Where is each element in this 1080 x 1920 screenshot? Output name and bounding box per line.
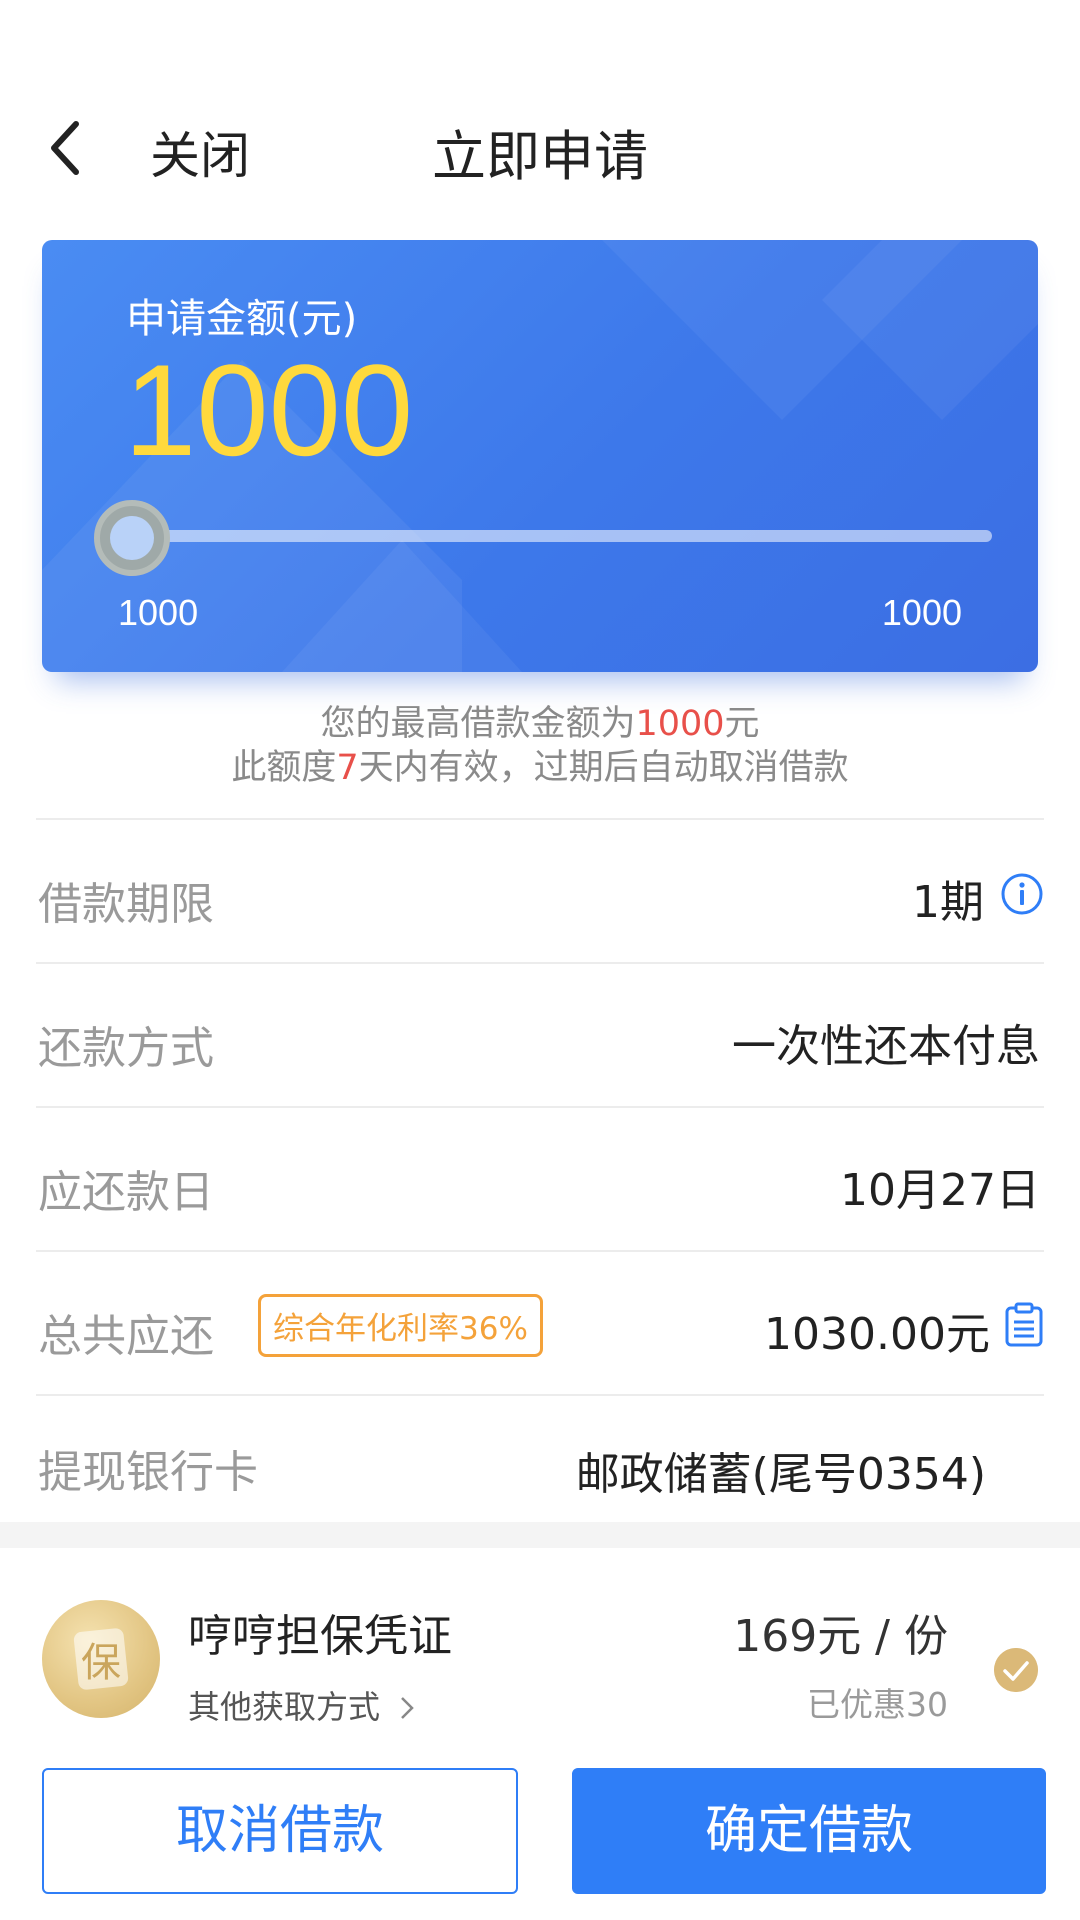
repayment-method-label: 还款方式 [38,1023,214,1074]
guarantee-voucher-icon: 保 [42,1600,160,1718]
cancel-loan-button[interactable]: 取消借款 [42,1768,518,1894]
bank-card-row[interactable]: 提现银行卡 邮政储蓄(尾号0354) [36,1394,1044,1538]
slider-min-label: 1000 [118,592,199,633]
interest-rate-badge: 综合年化利率36% [258,1294,543,1357]
limit-notes: 您的最高借款金额为1000元 此额度7天内有效，过期后自动取消借款 [0,702,1080,790]
info-icon[interactable] [1000,872,1044,916]
confirm-loan-button[interactable]: 确定借款 [572,1768,1046,1894]
total-repayment-value: 1030.00元 [764,1309,990,1360]
validity-note: 此额度7天内有效，过期后自动取消借款 [0,746,1080,790]
amount-slider-thumb[interactable] [94,500,170,576]
repayment-method-value: 一次性还本付息 [732,1021,1040,1072]
voucher-title: 哼哼担保凭证 [188,1611,452,1662]
term-value: 1期 [912,877,984,928]
bank-card-value: 邮政储蓄(尾号0354) [575,1449,986,1500]
term-label: 借款期限 [38,879,214,930]
page-title: 立即申请 [432,125,648,188]
total-repayment-label: 总共应还 [38,1311,214,1362]
note-text: 您的最高借款金额为 [320,704,636,744]
slider-max-label: 1000 [881,592,962,633]
section-divider [0,1522,1080,1548]
header: 关闭 立即申请 [0,0,1080,230]
amount-label: 申请金额(元) [126,296,358,342]
clipboard-icon[interactable] [1004,1302,1044,1348]
amount-card: 申请金额(元) 1000 1000 1000 [42,240,1038,672]
voucher-icon-char: 保 [81,1640,121,1686]
loan-details: 借款期限 1期 还款方式 一次性还本付息 应还款日 10月27日 总共应还 综合… [36,818,1044,1538]
amount-value: 1000 [124,337,414,483]
repayment-method-row: 还款方式 一次性还本付息 [36,962,1044,1106]
due-date-label: 应还款日 [38,1167,214,1218]
max-amount-note: 您的最高借款金额为1000元 [0,702,1080,746]
bank-card-label: 提现银行卡 [38,1447,258,1498]
check-icon[interactable] [994,1648,1038,1692]
amount-slider-track[interactable] [130,530,992,542]
note-amount: 1000 [635,704,725,744]
due-date-row: 应还款日 10月27日 [36,1106,1044,1250]
note-text: 此额度 [231,748,337,788]
total-repayment-row[interactable]: 总共应还 综合年化利率36% 1030.00元 [36,1250,1044,1394]
note-days: 7 [336,748,359,788]
chevron-right-icon [401,1697,414,1719]
note-text: 元 [724,704,760,744]
other-methods-link[interactable]: 其他获取方式 [188,1682,416,1728]
voucher-price: 169元 / 份 [733,1611,948,1662]
voucher-discount: 已优惠30 [807,1685,948,1724]
due-date-value: 10月27日 [840,1165,1040,1216]
note-text: 天内有效，过期后自动取消借款 [358,748,849,788]
term-row[interactable]: 借款期限 1期 [36,818,1044,962]
other-methods-label: 其他获取方式 [188,1688,381,1726]
